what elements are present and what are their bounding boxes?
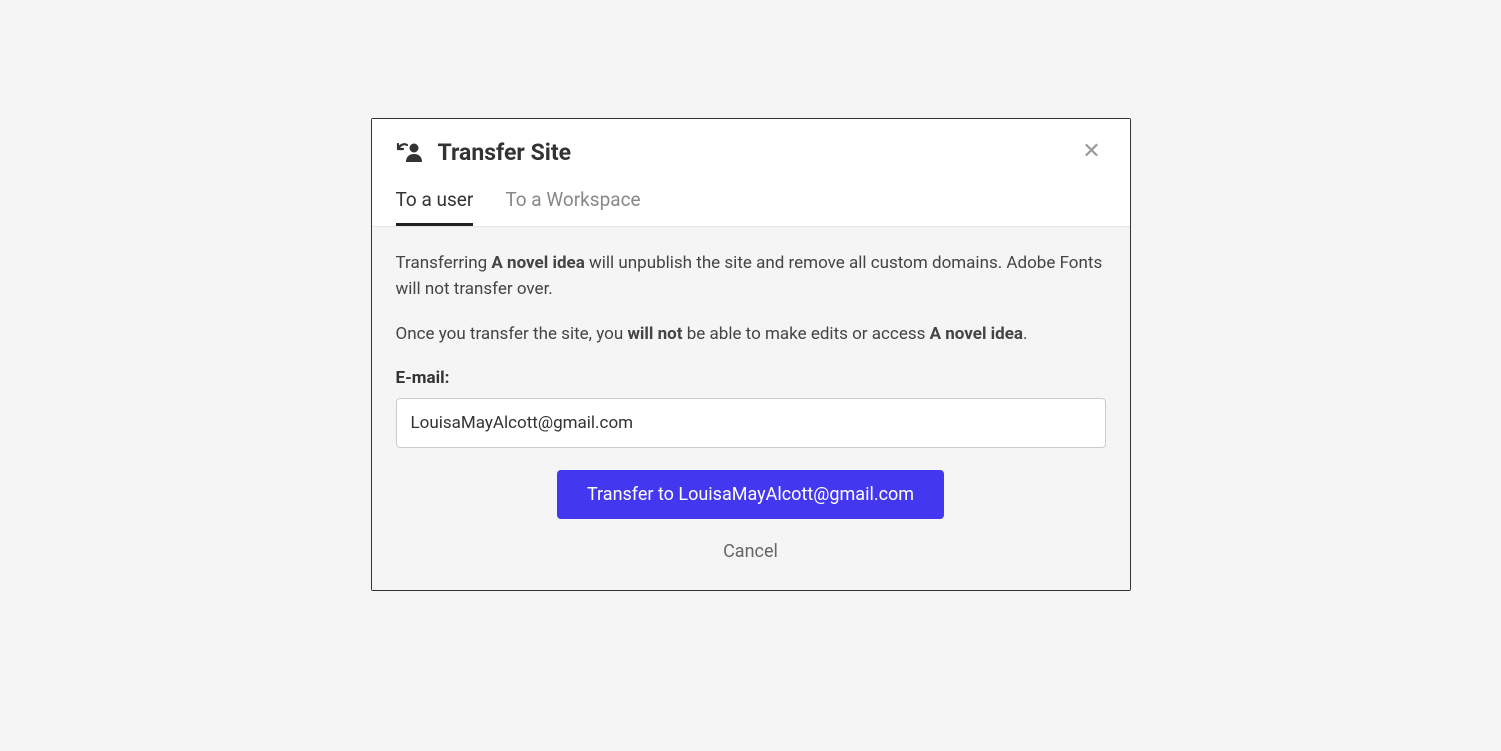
site-name: A novel idea (930, 324, 1023, 344)
info-text: be able to make edits or access (683, 324, 930, 344)
title-row: Transfer Site (396, 139, 1106, 166)
tab-to-workspace[interactable]: To a Workspace (505, 188, 640, 226)
modal-header: Transfer Site ✕ To a user To a Workspace (372, 119, 1130, 226)
transfer-site-modal: Transfer Site ✕ To a user To a Workspace… (371, 118, 1131, 591)
email-label: E-mail: (396, 368, 1106, 388)
close-icon: ✕ (1082, 140, 1100, 162)
actions: Transfer to LouisaMayAlcott@gmail.com Ca… (396, 470, 1106, 562)
transfer-user-icon (396, 142, 424, 164)
info-paragraph-2: Once you transfer the site, you will not… (396, 322, 1106, 348)
info-paragraph-1: Transferring A novel idea will unpublish… (396, 251, 1106, 302)
tab-to-user[interactable]: To a user (396, 188, 474, 226)
transfer-button[interactable]: Transfer to LouisaMayAlcott@gmail.com (557, 470, 944, 519)
info-text: Once you transfer the site, you (396, 324, 628, 344)
tabs: To a user To a Workspace (396, 188, 1106, 226)
modal-title: Transfer Site (438, 139, 572, 166)
will-not-text: will not (627, 324, 682, 344)
info-text: . (1023, 324, 1027, 344)
cancel-button[interactable]: Cancel (723, 541, 778, 562)
close-button[interactable]: ✕ (1078, 137, 1106, 165)
modal-body: Transferring A novel idea will unpublish… (372, 226, 1130, 590)
email-input[interactable] (396, 398, 1106, 448)
site-name: A novel idea (491, 253, 584, 273)
info-text: Transferring (396, 253, 492, 273)
